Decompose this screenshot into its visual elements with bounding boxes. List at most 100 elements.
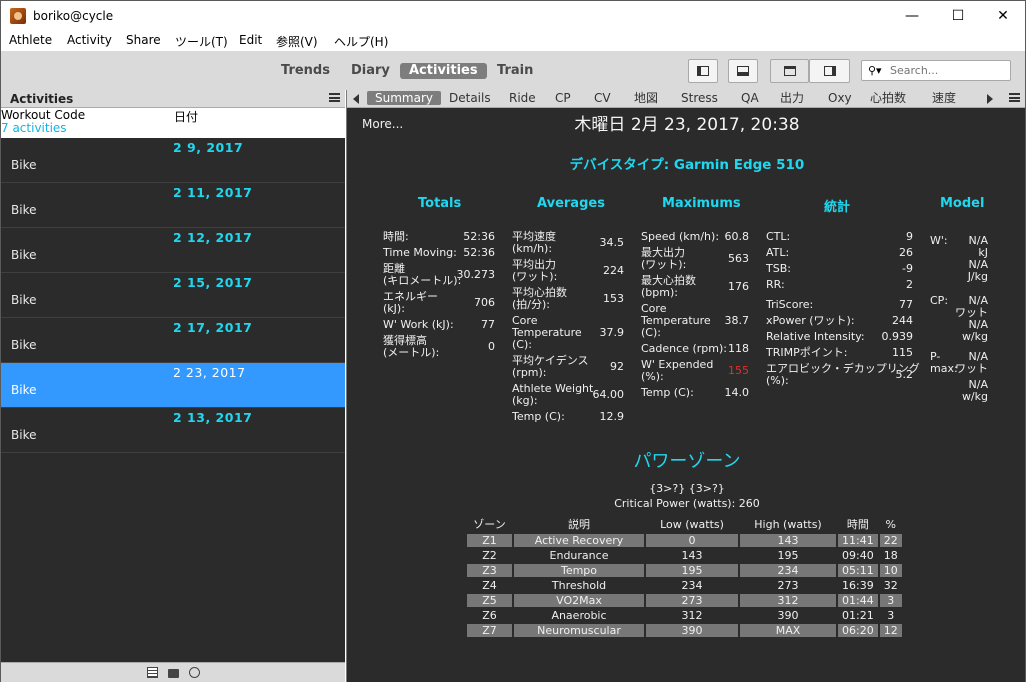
metric-value: 244 [892,314,913,327]
zone-high: 195 [777,549,799,562]
column-date[interactable]: 日付 [174,108,198,125]
zone-low: 390 [646,624,738,637]
menu-athlete[interactable]: Athlete [9,33,52,47]
tab-summary[interactable]: Summary [367,91,441,105]
critical-power: Critical Power (watts): 260 [614,497,760,510]
zone-high: 312 [740,594,836,607]
tab-details[interactable]: Details [447,91,493,105]
zone-id: Z1 [467,534,512,547]
sidebar-footer [1,662,345,682]
close-button[interactable]: ✕ [980,1,1026,31]
activity-row[interactable]: 2 17, 2017 Bike [1,318,345,363]
metric-value: 706 [474,296,495,309]
column-workout-code[interactable]: Workout Code [1,108,85,122]
tile-layout-button[interactable] [809,59,850,83]
view-diary[interactable]: Diary [342,63,399,79]
activity-date: 2 12, 2017 [173,230,253,245]
view-train[interactable]: Train [488,63,542,79]
metric-value: 30.273 [456,268,496,281]
menu-view[interactable]: 参照(V) [276,33,318,50]
sidebar-menu-icon[interactable] [329,93,340,102]
search-input[interactable] [890,63,1008,78]
stopwatch-icon[interactable] [189,667,200,678]
tab-heartrate[interactable]: 心拍数 [868,91,908,105]
model-title: Model [940,196,985,211]
tab-speed[interactable]: 速度 [930,91,958,105]
metric-value: N/A ワット [955,350,988,375]
zone-low: 234 [681,579,703,592]
menu-edit[interactable]: Edit [239,33,262,47]
metric-label: Temp (C): [641,386,694,399]
menu-activity[interactable]: Activity [67,33,112,47]
metric-value: 224 [603,264,624,277]
minimize-button[interactable]: — [889,1,935,31]
menu-share[interactable]: Share [126,33,161,47]
metric-value: 9 [906,230,913,243]
zone-id: Z6 [482,609,497,622]
activity-row[interactable]: 2 11, 2017 Bike [1,183,345,228]
tab-ride[interactable]: Ride [507,91,538,105]
tab-oxy[interactable]: Oxy [826,91,854,105]
zone-high: 390 [777,609,799,622]
zone-description: VO2Max [514,594,644,607]
metric-value: 77 [481,318,495,331]
metric-label: Speed (km/h): [641,230,720,243]
view-activities[interactable]: Activities [400,63,487,79]
zone-high: 234 [740,564,836,577]
metric-label: エネルギー (kJ): [383,290,438,315]
activity-row[interactable]: 2 23, 2017 Bike [1,363,345,408]
activity-row[interactable]: 2 12, 2017 Bike [1,228,345,273]
menu-help[interactable]: ヘルプ(H) [334,33,388,50]
zone-low: 143 [681,549,703,562]
metric-label: CTL: [766,230,791,243]
zone-percent: 32 [883,579,898,592]
activity-date: 2 23, 2017 [173,365,246,380]
zone-percent: 3 [887,609,895,622]
header-high: High (watts) [754,517,822,531]
stats-title: 統計 [824,200,851,215]
zone-row: Z3 Tempo 195 234 05:11 10 [467,564,902,577]
tab-qa[interactable]: QA [739,91,761,105]
activity-list: 2 9, 2017 Bike 2 11, 2017 Bike 2 12, 2017 Bik… [1,138,345,453]
activity-date: 2 15, 2017 [173,275,253,290]
metric-label: Relative Intensity: [766,330,865,343]
metric-label: 最大心拍数 (bpm): [641,274,696,299]
folder-icon[interactable] [168,669,179,678]
zone-id: Z2 [482,549,497,562]
metric-label: RR: [766,278,785,291]
metric-value: 2 [906,278,913,291]
tab-power[interactable]: 出力 [778,91,806,105]
tab-scroll-left-icon[interactable] [353,94,359,104]
metric-value: 5.2 [895,368,914,381]
metric-label: 平均心拍数 (拍/分): [512,286,567,311]
activity-row[interactable]: 2 15, 2017 Bike [1,273,345,318]
activity-date: 2 9, 2017 [173,140,244,155]
maximums-metric: Core Temperature (C): 38.7 [641,303,749,339]
tab-map[interactable]: 地図 [632,91,660,105]
tab-cp[interactable]: CP [553,91,573,105]
calendar-icon[interactable] [147,667,158,678]
tab-stress[interactable]: Stress [679,91,720,105]
activity-row[interactable]: 2 13, 2017 Bike [1,408,345,453]
tab-layout-button[interactable] [770,59,809,83]
activity-row[interactable]: 2 9, 2017 Bike [1,138,345,183]
toggle-bottom-panel-button[interactable] [728,59,758,83]
zone-percent: 22 [879,534,902,547]
view-trends[interactable]: Trends [272,63,339,79]
metric-value: 118 [728,342,749,355]
maximize-button[interactable]: ☐ [935,1,981,31]
metric-value: 563 [728,252,749,265]
metric-label: W' Expended (%): [641,358,714,383]
metric-label: Athlete Weight (kg): [512,382,594,407]
zone-row: Z5 VO2Max 273 312 01:44 3 [467,594,902,607]
toggle-sidebar-button[interactable] [688,59,718,83]
sidebar-title: Activities [10,92,74,106]
menu-tools[interactable]: ツール(T) [175,33,228,50]
chart-menu-icon[interactable] [1009,93,1020,102]
tab-scroll-right-icon[interactable] [987,94,993,104]
zone-low: 195 [646,564,738,577]
search-box[interactable]: ⚲▾ [861,60,1011,81]
tab-cv[interactable]: CV [592,91,613,105]
search-icon: ⚲▾ [868,64,882,77]
metric-value: N/A J/kg [967,258,988,283]
